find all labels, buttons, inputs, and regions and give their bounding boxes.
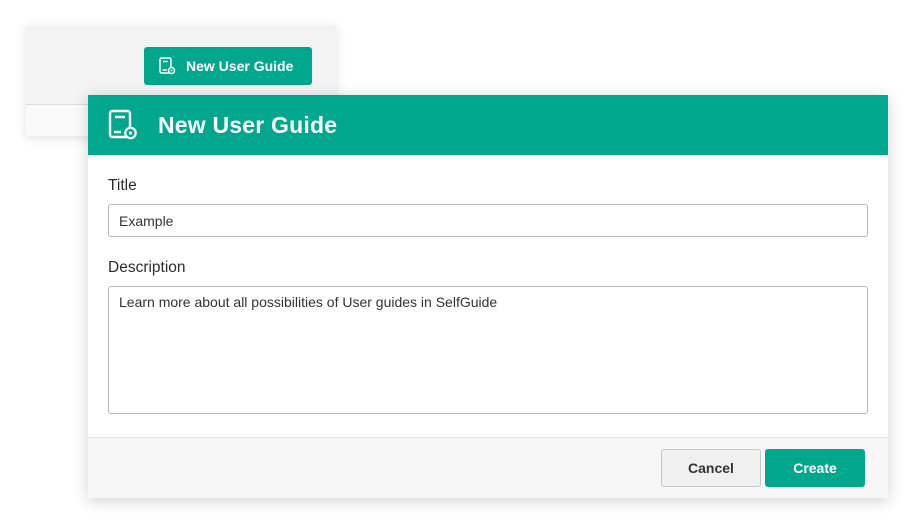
dialog-header: New User Guide	[88, 95, 888, 155]
description-textarea[interactable]: Learn more about all possibilities of Us…	[108, 286, 868, 414]
new-user-guide-dialog: New User Guide Title Description Learn m…	[88, 95, 888, 498]
create-button[interactable]: Create	[765, 449, 865, 487]
dialog-title: New User Guide	[158, 111, 338, 138]
dialog-footer: Cancel Create	[88, 437, 888, 498]
user-guide-icon	[108, 109, 138, 141]
title-label: Title	[108, 177, 137, 194]
user-guide-icon	[158, 57, 176, 75]
new-user-guide-button-label: New User Guide	[186, 58, 294, 74]
cancel-button[interactable]: Cancel	[661, 449, 761, 487]
dialog-body: Title Description Learn more about all p…	[88, 155, 888, 414]
description-label: Description	[108, 259, 186, 276]
title-input[interactable]	[108, 204, 868, 237]
new-user-guide-button[interactable]: New User Guide	[144, 47, 312, 85]
